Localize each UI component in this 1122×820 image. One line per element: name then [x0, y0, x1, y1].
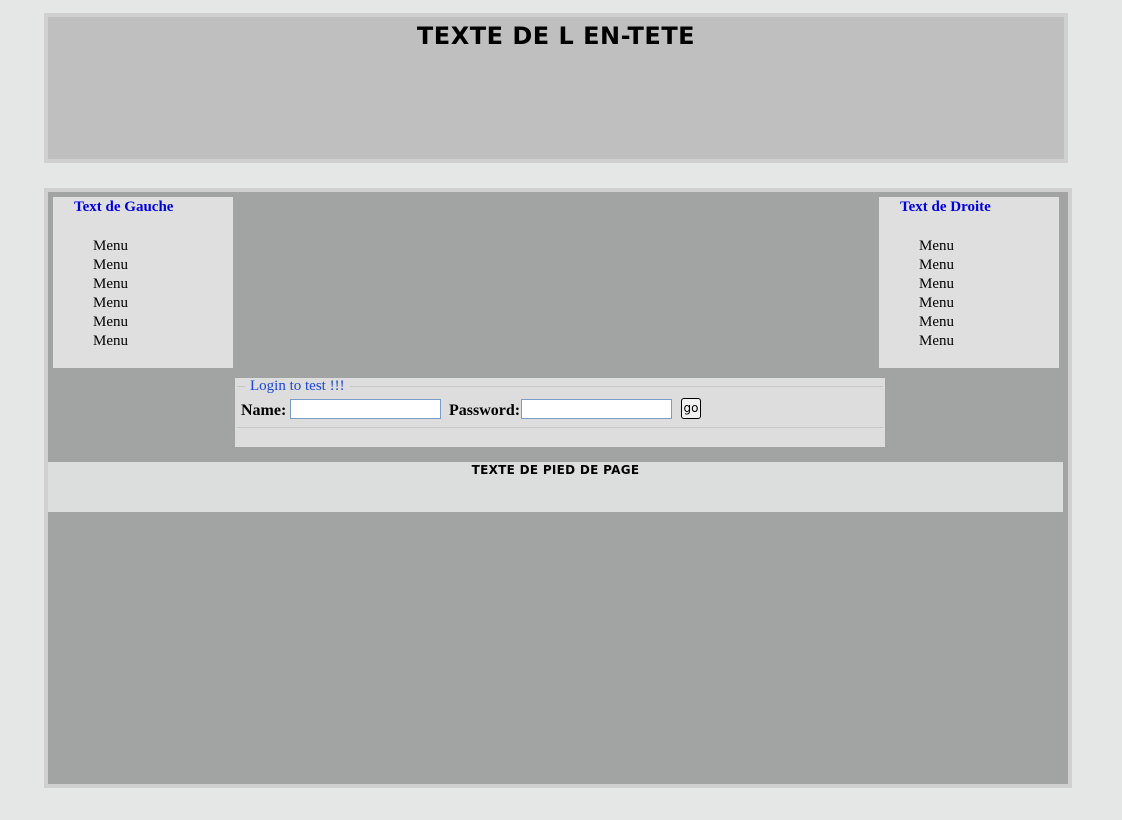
- password-input[interactable]: [521, 399, 672, 419]
- footer-text: TEXTE DE PIED DE PAGE: [471, 463, 640, 477]
- left-sidebar: Text de Gauche Menu Menu Menu Menu Menu …: [53, 197, 233, 368]
- left-menu-item[interactable]: Menu: [93, 237, 128, 256]
- right-menu-item[interactable]: Menu: [919, 237, 954, 256]
- right-menu-item[interactable]: Menu: [919, 294, 954, 313]
- right-menu-item[interactable]: Menu: [919, 313, 954, 332]
- name-input[interactable]: [290, 399, 441, 419]
- header-title: TEXTE DE L EN-TETE: [416, 22, 696, 50]
- left-menu-item[interactable]: Menu: [93, 332, 128, 351]
- left-menu: Menu Menu Menu Menu Menu Menu: [93, 237, 128, 351]
- right-sidebar-title: Text de Droite: [900, 199, 991, 215]
- left-menu-item[interactable]: Menu: [93, 294, 128, 313]
- right-menu-item[interactable]: Menu: [919, 332, 954, 351]
- left-sidebar-title: Text de Gauche: [74, 199, 174, 215]
- login-legend: Login to test !!!: [245, 378, 350, 395]
- left-menu-item[interactable]: Menu: [93, 313, 128, 332]
- right-menu-item[interactable]: Menu: [919, 256, 954, 275]
- right-menu-item[interactable]: Menu: [919, 275, 954, 294]
- left-menu-item[interactable]: Menu: [93, 256, 128, 275]
- page-footer: TEXTE DE PIED DE PAGE: [48, 462, 1063, 512]
- login-fieldset: Login to test !!! Name: Password: go: [235, 378, 885, 447]
- right-sidebar: Text de Droite Menu Menu Menu Menu Menu …: [879, 197, 1059, 368]
- fieldset-border-bottom: [237, 427, 883, 428]
- name-label: Name:: [241, 402, 287, 419]
- password-label: Password:: [449, 402, 521, 419]
- main-area: Text de Gauche Menu Menu Menu Menu Menu …: [44, 188, 1072, 788]
- go-button[interactable]: go: [681, 398, 701, 419]
- right-menu: Menu Menu Menu Menu Menu Menu: [919, 237, 954, 351]
- page-header: TEXTE DE L EN-TETE: [44, 13, 1068, 163]
- left-menu-item[interactable]: Menu: [93, 275, 128, 294]
